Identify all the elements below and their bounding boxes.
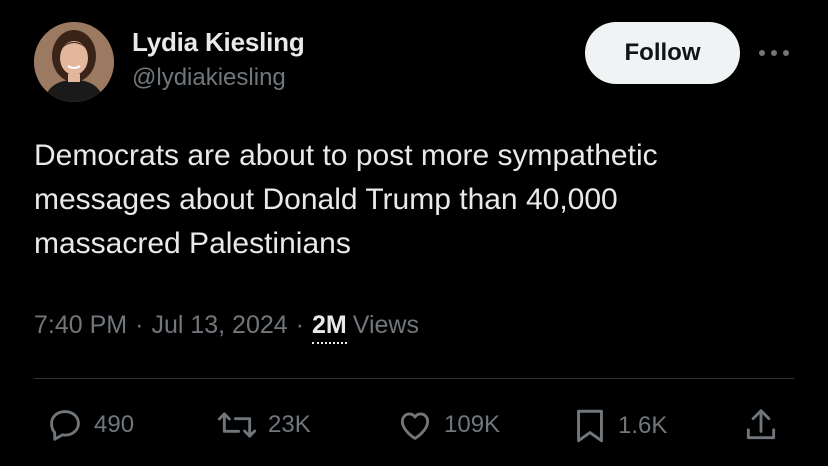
reply-icon xyxy=(50,410,80,441)
meta-separator: · xyxy=(295,311,304,339)
user-handle[interactable]: @lydiakiesling xyxy=(132,62,305,94)
tweet-time[interactable]: 7:40 PM xyxy=(34,308,127,342)
repost-button[interactable]: 23K xyxy=(216,406,311,444)
tweet-meta: 7:40 PM · Jul 13, 2024 · 2M Views xyxy=(34,308,419,344)
repost-count: 23K xyxy=(268,411,311,438)
like-button[interactable]: 109K xyxy=(396,406,500,444)
avatar[interactable] xyxy=(34,22,114,102)
display-name[interactable]: Lydia Kiesling xyxy=(132,26,305,58)
tweet-date[interactable]: Jul 13, 2024 xyxy=(151,308,287,342)
heart-icon xyxy=(400,412,430,440)
share-button[interactable] xyxy=(742,406,780,444)
views-label: Views xyxy=(352,311,419,339)
bookmark-icon xyxy=(577,409,603,443)
like-count: 109K xyxy=(444,411,501,438)
share-icon xyxy=(746,409,776,440)
author-info[interactable]: Lydia Kiesling @lydiakiesling xyxy=(132,26,305,94)
reply-count: 490 xyxy=(94,411,135,438)
repost-icon xyxy=(217,412,257,438)
views-count[interactable]: 2M xyxy=(311,308,347,344)
bookmark-button[interactable]: 1.6K xyxy=(572,406,667,446)
profile-photo-icon xyxy=(34,22,114,102)
follow-button[interactable]: Follow xyxy=(585,22,740,84)
bookmark-count: 1.6K xyxy=(618,412,668,439)
more-options-button[interactable] xyxy=(754,38,794,68)
divider xyxy=(34,378,794,379)
tweet-card: Lydia Kiesling @lydiakiesling Follow Dem… xyxy=(0,0,828,466)
meta-separator: · xyxy=(135,311,144,339)
reply-button[interactable]: 490 xyxy=(46,406,134,444)
more-horizontal-icon xyxy=(759,50,789,56)
tweet-text: Democrats are about to post more sympath… xyxy=(34,139,658,260)
